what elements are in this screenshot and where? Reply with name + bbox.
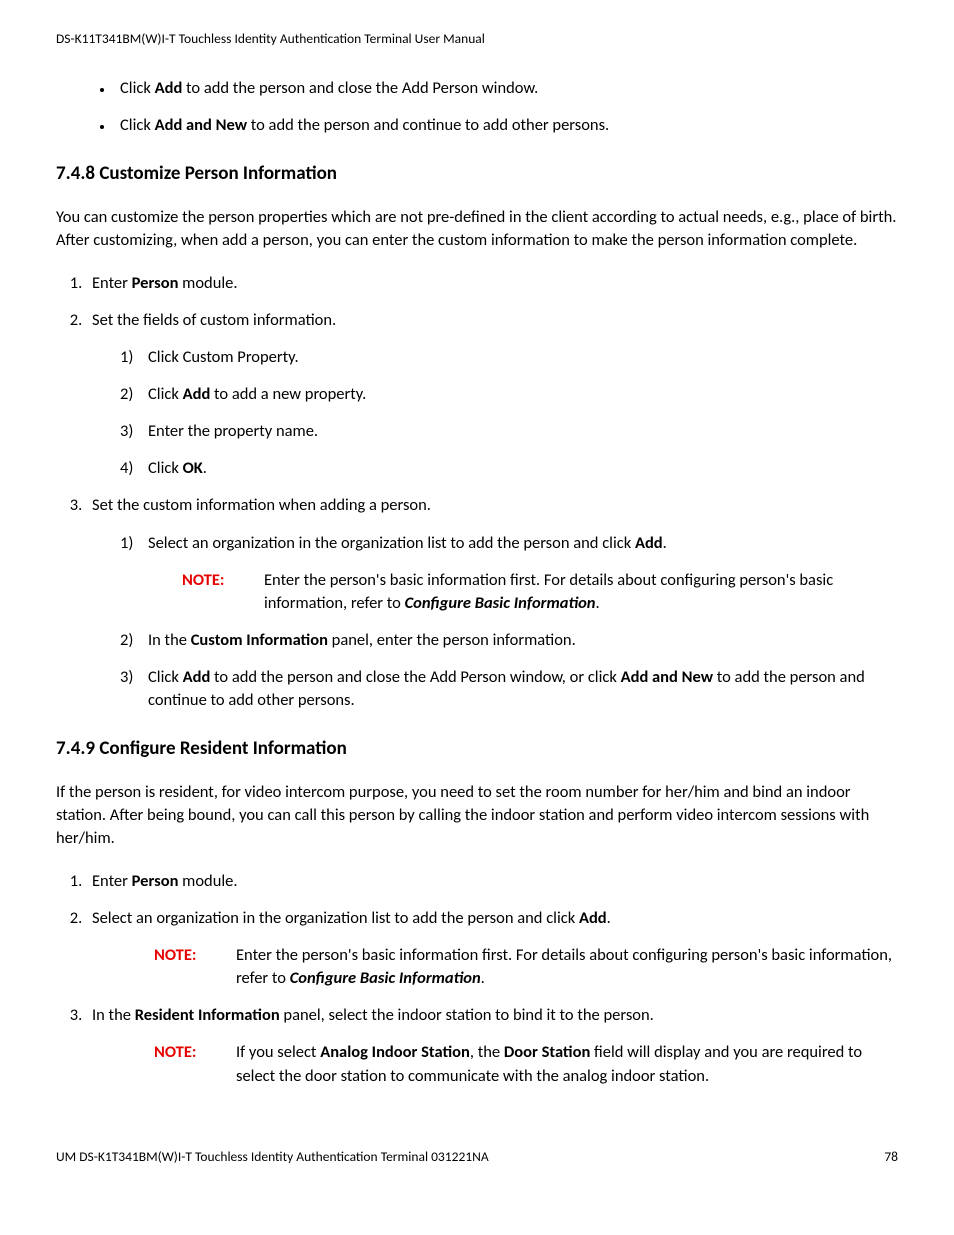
bold-text: Door Station: [504, 1042, 590, 1062]
step-item: Set the custom information when adding a…: [86, 494, 898, 712]
text: to add a new property.: [210, 384, 366, 404]
substep-item: In the Custom Information panel, enter t…: [120, 629, 898, 652]
page-header: DS-K11T341BM(W)I-T Touchless Identity Au…: [56, 30, 898, 49]
list-item: Click Add to add the person and close th…: [114, 77, 898, 100]
list-item: Click Add and New to add the person and …: [114, 114, 898, 137]
section-heading-749: 7.4.9 Configure Resident Information: [56, 736, 898, 763]
bold-text: Add and New: [621, 667, 713, 687]
text: .: [663, 533, 667, 553]
text: panel, enter the person information.: [328, 630, 576, 650]
step-item: Set the fields of custom information. Cl…: [86, 309, 898, 480]
note-text: Enter the person's basic information fir…: [264, 569, 898, 615]
bold-text: Custom Information: [191, 630, 328, 650]
text: to add the person and close the Add Pers…: [210, 667, 620, 687]
bold-text: OK: [183, 458, 203, 478]
note-block: NOTE: Enter the person's basic informati…: [154, 944, 898, 990]
page-footer: UM DS-K1T341BM(W)I-T Touchless Identity …: [56, 1148, 898, 1167]
substep-list: Select an organization in the organizati…: [92, 532, 898, 713]
text: Click: [148, 667, 183, 687]
note-label: NOTE:: [154, 944, 206, 990]
substep-item: Enter the property name.: [120, 420, 898, 443]
text: .: [481, 968, 485, 988]
substep-item: Click Add to add the person and close th…: [120, 666, 898, 712]
note-label: NOTE:: [182, 569, 234, 615]
intro-bullet-list: Click Add to add the person and close th…: [56, 77, 898, 137]
text: In the: [148, 630, 191, 650]
text: If you select: [236, 1042, 320, 1062]
step-item: Select an organization in the organizati…: [86, 907, 898, 990]
text: Select an organization in the organizati…: [92, 908, 579, 928]
bold-text: Person: [132, 273, 179, 293]
step-list: Enter Person module. Set the fields of c…: [56, 272, 898, 712]
text: Enter: [92, 871, 132, 891]
bold-text: Add and New: [155, 115, 247, 135]
text: .: [596, 593, 600, 613]
substep-list: Click Custom Property. Click Add to add …: [92, 346, 898, 480]
substep-item: Click Add to add a new property.: [120, 383, 898, 406]
substep-item: Select an organization in the organizati…: [120, 532, 898, 615]
step-item: Enter Person module.: [86, 870, 898, 893]
bold-text: Resident Information: [135, 1005, 280, 1025]
bold-text: Add: [183, 667, 211, 687]
step-item: In the Resident Information panel, selec…: [86, 1004, 898, 1087]
text: .: [607, 908, 611, 928]
substep-item: Click OK.: [120, 457, 898, 480]
text: Click: [120, 115, 155, 135]
text: to add the person and close the Add Pers…: [182, 78, 538, 98]
text: Set the fields of custom information.: [92, 310, 336, 330]
text: panel, select the indoor station to bind…: [280, 1005, 654, 1025]
step-list: Enter Person module. Select an organizat…: [56, 870, 898, 1088]
text: Click: [148, 458, 183, 478]
bold-text: Add: [579, 908, 607, 928]
text: module.: [178, 871, 237, 891]
section-heading-748: 7.4.8 Customize Person Information: [56, 161, 898, 188]
text: to add the person and continue to add ot…: [247, 115, 609, 135]
text: Click: [148, 384, 183, 404]
bold-italic-text: Configure Basic Information: [405, 593, 596, 613]
bold-text: Analog Indoor Station: [320, 1042, 470, 1062]
bold-italic-text: Configure Basic Information: [290, 968, 481, 988]
note-block: NOTE: Enter the person's basic informati…: [182, 569, 898, 615]
text: Set the custom information when adding a…: [92, 495, 431, 515]
text: .: [203, 458, 207, 478]
text: module.: [178, 273, 237, 293]
note-block: NOTE: If you select Analog Indoor Statio…: [154, 1041, 898, 1087]
footer-page-number: 78: [884, 1148, 898, 1167]
note-label: NOTE:: [154, 1041, 206, 1087]
note-text: If you select Analog Indoor Station, the…: [236, 1041, 898, 1087]
section-description: If the person is resident, for video int…: [56, 781, 898, 850]
text: Enter: [92, 273, 132, 293]
footer-left: UM DS-K1T341BM(W)I-T Touchless Identity …: [56, 1148, 489, 1167]
bold-text: Person: [132, 871, 179, 891]
bold-text: Add: [183, 384, 211, 404]
text: , the: [470, 1042, 504, 1062]
text: In the: [92, 1005, 135, 1025]
substep-item: Click Custom Property.: [120, 346, 898, 369]
bold-text: Add: [635, 533, 663, 553]
bold-text: Add: [155, 78, 183, 98]
step-item: Enter Person module.: [86, 272, 898, 295]
section-description: You can customize the person properties …: [56, 206, 898, 252]
note-text: Enter the person's basic information fir…: [236, 944, 898, 990]
text: Click: [120, 78, 155, 98]
text: Select an organization in the organizati…: [148, 533, 635, 553]
